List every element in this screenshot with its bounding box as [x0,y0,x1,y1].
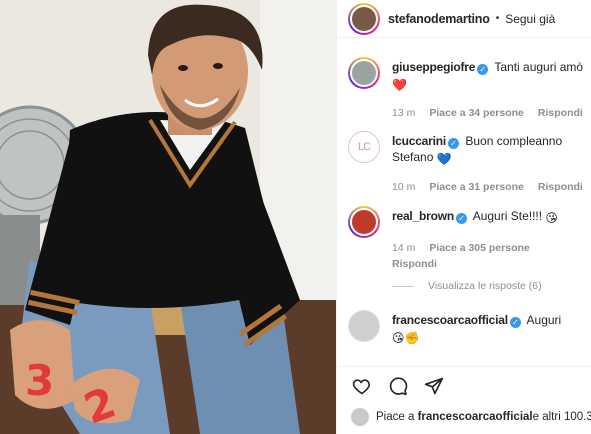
svg-text:3: 3 [25,356,54,405]
comment-time[interactable]: 13 m [392,105,415,121]
post-image-illustration: 3 2 [0,0,336,434]
comment-time[interactable]: 14 m [392,240,415,256]
commenter-avatar[interactable]: LC [348,131,380,163]
likes-suffix: e altri 100.3 [532,411,591,423]
reply-button[interactable]: Rispondi [392,256,587,272]
comment-text: Auguri [526,313,562,327]
liker-avatar [351,408,369,426]
author-username[interactable]: stefanodemartino [388,12,490,26]
comment-text: Tanti auguri amò [494,60,584,74]
heart-emoji: ❤️ [392,78,407,92]
comment-time[interactable]: 10 m [392,179,415,195]
kiss-emoji: 😘 [545,211,558,225]
comment-likes[interactable]: Piace a 305 persone [429,240,529,256]
commenter-avatar[interactable] [348,310,380,342]
reply-button[interactable]: Rispondi [538,179,583,195]
verified-badge-icon: ✓ [477,64,489,75]
lc-logo-icon: LC [357,141,371,153]
comment-text: Auguri Ste!!!! [472,209,543,223]
reply-button[interactable]: Rispondi [538,105,583,121]
commenter-username[interactable]: lcuccarini [392,134,446,148]
follow-status-button[interactable]: Segui già [505,12,555,26]
likes-user[interactable]: francescoarcaofficial [418,411,533,423]
commenter-avatar[interactable] [348,206,380,238]
comment-icon[interactable] [387,375,409,397]
blue-heart-emoji: 💙 [436,152,452,166]
header-separator: • [495,13,500,24]
commenter-username[interactable]: francescoarcaofficial [392,313,508,327]
paper-plane-icon[interactable] [423,375,445,397]
comment-likes[interactable]: Piace a 31 persone [429,179,524,195]
verified-badge-icon: ✓ [509,317,521,328]
view-replies-button[interactable]: Visualizza le risposte (6) [392,280,542,292]
post-header: stefanodemartino • Segui già [337,0,591,38]
likes-prefix: Piace a [376,411,415,423]
view-replies-label: Visualizza le risposte (6) [428,280,542,292]
verified-badge-icon: ✓ [448,138,460,149]
replies-divider [392,285,414,287]
post-actions-bar [337,366,591,404]
likes-summary[interactable]: Piace a francescoarcaofficial e altri 10… [351,408,591,426]
comment-likes[interactable]: Piace a 34 persone [429,105,524,121]
commenter-username[interactable]: giuseppegiofre [392,60,475,74]
post-photo[interactable]: 3 2 [0,0,336,434]
comments-list: giuseppegiofre ✓ Tanti auguri amò ❤️ 13 m… [337,39,591,364]
commenter-avatar[interactable] [348,57,380,89]
heart-icon[interactable] [351,375,373,397]
verified-badge-icon: ✓ [456,213,468,224]
emoji-icons: 😘✊ [392,331,420,345]
commenter-username[interactable]: real_brown [392,209,454,223]
author-avatar[interactable] [348,2,380,35]
post-sidebar: stefanodemartino • Segui già giuseppegio… [336,0,591,434]
